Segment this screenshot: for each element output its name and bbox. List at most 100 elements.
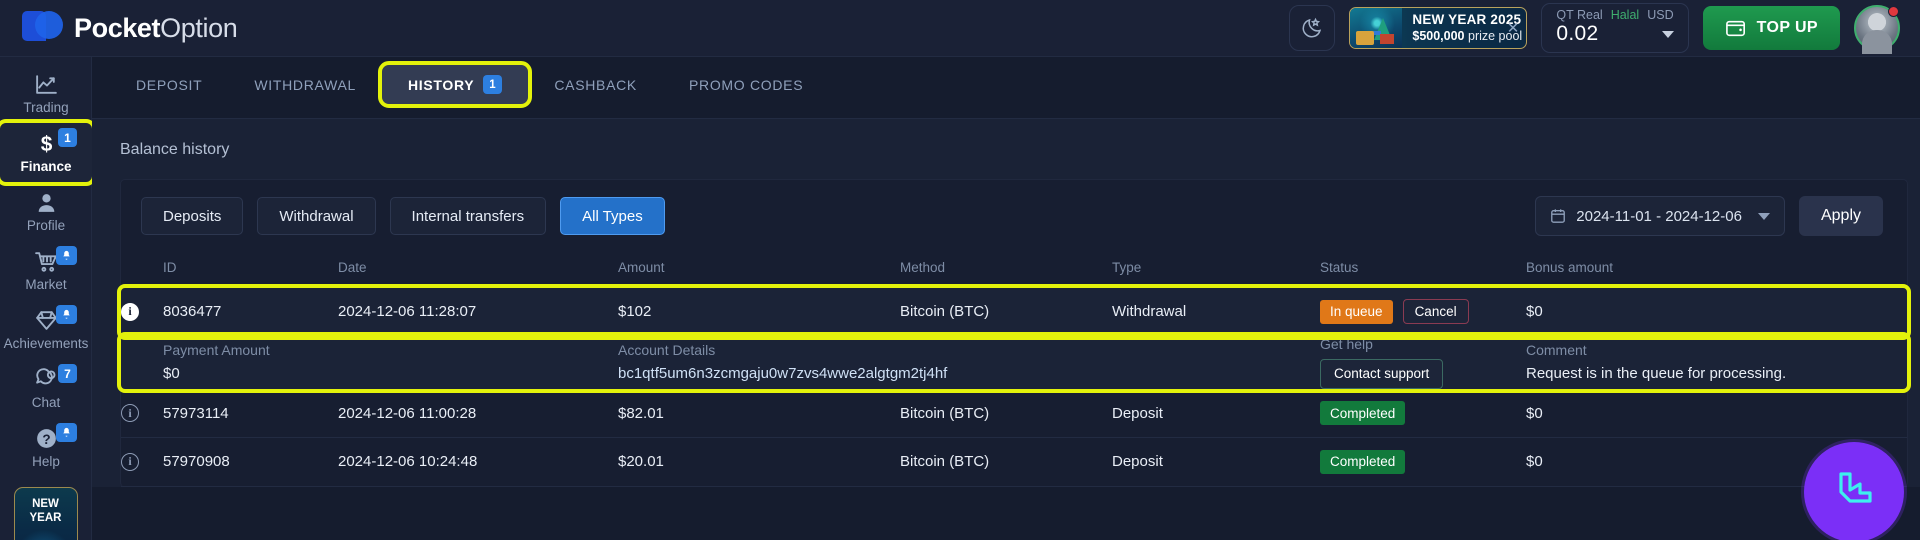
- table-col-spacer: [121, 252, 163, 288]
- table-col-method: Method: [900, 252, 1112, 288]
- details-get-help: Get help Contact support: [1320, 336, 1526, 390]
- chat-bubble-icon: [33, 368, 59, 392]
- top-up-label: TOP UP: [1756, 19, 1818, 36]
- sidebar-badge-bell: [56, 423, 77, 442]
- table-row[interactable]: i 57973114 2024-12-06 11:00:28 $82.01 Bi…: [121, 390, 1907, 438]
- sidebar-item-label: Finance: [20, 158, 72, 174]
- filter-chip-withdrawal[interactable]: Withdrawal: [257, 197, 376, 235]
- sidebar-badge-count: 1: [58, 128, 77, 147]
- sidebar-badge-bell: [56, 305, 77, 324]
- brand-logo[interactable]: PocketOption: [22, 9, 238, 47]
- sidebar-item-label: Market: [25, 276, 67, 292]
- filter-toolbar: Deposits Withdrawal Internal transfers All …: [121, 180, 1907, 252]
- tab-label: HISTORY: [407, 76, 475, 93]
- balance-selector[interactable]: QT Real Halal USD 0.02: [1541, 3, 1689, 53]
- sidebar-new-year-promo[interactable]: NEW YEAR: [13, 487, 78, 540]
- svg-text:$: $: [40, 133, 52, 156]
- sidebar-item-label: Trading: [23, 99, 69, 115]
- row-bonus: $0: [1526, 404, 1543, 422]
- date-range-picker[interactable]: 2024-11-01 - 2024-12-06: [1535, 196, 1785, 236]
- sidebar-promo-line1: NEW: [32, 498, 59, 510]
- type-filter-group: Deposits Withdrawal Internal transfers All …: [141, 197, 679, 235]
- payment-amount-value: $0: [163, 365, 180, 382]
- filter-chip-all-types[interactable]: All Types: [560, 197, 665, 235]
- header-actions: NEW YEAR 2025 $500,000 prize pool ✕ QT R…: [1289, 3, 1900, 53]
- tab-deposit[interactable]: DEPOSIT: [110, 67, 228, 103]
- user-avatar-wrap[interactable]: [1854, 5, 1900, 51]
- sidebar-badge-bell: [56, 246, 77, 265]
- filter-chip-deposits[interactable]: Deposits: [141, 197, 244, 235]
- row-method: Bitcoin (BTC): [900, 453, 990, 471]
- new-year-promo-banner[interactable]: NEW YEAR 2025 $500,000 prize pool ✕: [1349, 7, 1528, 49]
- status-badge: In queue: [1320, 299, 1393, 324]
- info-icon[interactable]: i: [121, 452, 139, 471]
- details-spacer: [121, 336, 163, 390]
- wallet-icon: [1725, 20, 1745, 37]
- sidebar-item-trading[interactable]: Trading: [0, 64, 92, 123]
- table-row[interactable]: i 8036477 2024-12-06 11:28:07 $102 Bitco…: [117, 283, 1911, 340]
- finance-tabs: DEPOSIT WITHDRAWAL HISTORY 1 CASHBACK PROMO C…: [92, 57, 1920, 112]
- table-col-date: Date: [338, 252, 618, 288]
- balance-history-panel: Balance history Deposits Withdrawal Intern…: [92, 118, 1920, 487]
- currency-label: USD: [1647, 8, 1674, 22]
- halal-label: Halal: [1610, 8, 1640, 22]
- page-title: Balance history: [120, 141, 230, 158]
- filter-chip-internal-transfers[interactable]: Internal transfers: [389, 197, 547, 235]
- balance-amount: 0.02: [1556, 22, 1599, 45]
- contact-support-button[interactable]: Contact support: [1320, 358, 1444, 389]
- tab-label: DEPOSIT: [136, 76, 203, 93]
- sidebar-item-label: Profile: [26, 217, 66, 233]
- table-row[interactable]: i 57970908 2024-12-06 10:24:48 $20.01 Bi…: [121, 438, 1907, 486]
- tab-history[interactable]: HISTORY 1: [377, 61, 533, 108]
- sidebar-item-profile[interactable]: Profile: [0, 182, 92, 241]
- account-details-label: Account Details: [618, 342, 716, 358]
- sidebar-item-help[interactable]: ? Help: [0, 418, 92, 477]
- sidebar-item-achievements[interactable]: Achievements: [0, 300, 92, 359]
- pocketoption-logo-icon: [22, 9, 63, 47]
- theme-toggle-button[interactable]: [1289, 5, 1336, 51]
- details-comment: Comment Request is in the queue for proc…: [1526, 336, 1907, 390]
- sidebar-item-finance[interactable]: $ Finance 1: [0, 119, 96, 186]
- sidebar-item-chat[interactable]: Chat 7: [0, 359, 92, 418]
- tab-cashback[interactable]: CASHBACK: [528, 67, 663, 103]
- date-filter-group: 2024-11-01 - 2024-12-06 Apply: [1535, 196, 1883, 236]
- row-status-cell: Completed: [1320, 438, 1526, 486]
- chevron-down-icon[interactable]: [1757, 212, 1770, 220]
- info-icon-filled[interactable]: i: [121, 302, 139, 321]
- payment-amount-label: Payment Amount: [163, 342, 270, 358]
- balance-meta: QT Real Halal USD: [1556, 8, 1673, 22]
- cancel-button[interactable]: Cancel: [1402, 299, 1469, 325]
- brand-name-part2: Option: [160, 12, 238, 43]
- history-table: ID Date Amount Method Type Status Bonus amount…: [117, 252, 1911, 487]
- close-icon[interactable]: ✕: [1507, 19, 1520, 37]
- support-chat-widget-button[interactable]: [1804, 442, 1904, 540]
- row-id: 57970908: [163, 453, 230, 471]
- promo-subtitle: $500,000 prize pool: [1412, 29, 1522, 44]
- avatar-notification-dot: [1888, 6, 1899, 17]
- details-payment-amount: Payment Amount $0: [163, 336, 618, 390]
- account-details-value[interactable]: bc1qtf5um6n3zcmgaju0w7zvs4wwe2algtgm2tj4…: [618, 365, 1112, 382]
- table-row-separator: [121, 485, 1907, 487]
- row-info-cell: i: [121, 390, 163, 438]
- apply-button[interactable]: Apply: [1798, 196, 1883, 236]
- row-method: Bitcoin (BTC): [900, 303, 990, 321]
- info-icon[interactable]: i: [121, 404, 139, 423]
- main-content: DEPOSIT WITHDRAWAL HISTORY 1 CASHBACK PROMO C…: [92, 57, 1920, 540]
- top-up-button[interactable]: TOP UP: [1702, 6, 1840, 50]
- chevron-down-icon[interactable]: [1661, 30, 1674, 38]
- tab-promo-codes[interactable]: PROMO CODES: [663, 67, 829, 103]
- row-status-cell: Completed: [1320, 390, 1526, 438]
- row-date: 2024-12-06 11:28:07: [338, 303, 477, 321]
- history-card: Deposits Withdrawal Internal transfers All …: [117, 179, 1911, 487]
- table-row-details: Payment Amount $0 Account Details bc1qtf…: [117, 331, 1911, 393]
- sidebar-item-label: Achievements: [3, 335, 89, 351]
- row-bonus: $0: [1526, 303, 1543, 321]
- balance-value-row: 0.02: [1556, 22, 1674, 46]
- promo-title: NEW YEAR 2025: [1412, 12, 1522, 28]
- sidebar-item-market[interactable]: Market: [0, 241, 92, 300]
- promo-text: NEW YEAR 2025 $500,000 prize pool: [1402, 12, 1522, 44]
- row-id: 57973114: [163, 404, 229, 422]
- row-amount: $20.01: [618, 453, 664, 471]
- tab-withdrawal[interactable]: WITHDRAWAL: [228, 67, 382, 103]
- table-col-amount: Amount: [618, 252, 900, 288]
